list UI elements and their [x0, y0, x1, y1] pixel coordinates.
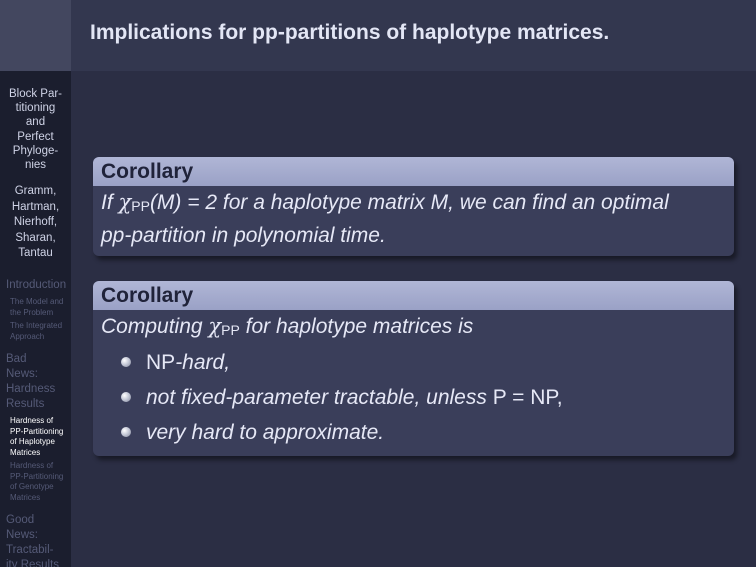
title-line: Block Par-	[8, 88, 63, 100]
section-label: ity Results	[6, 559, 60, 567]
subsection-label: The Model and	[10, 297, 64, 306]
subsection-label: PP-Partitioning	[10, 426, 64, 436]
sidebar: Block Par- titioning and Perfect Phyloge…	[0, 0, 71, 567]
frame-header: Implications for pp-partitions of haplot…	[71, 0, 756, 71]
section-label: Good	[6, 514, 35, 526]
sidebar-subsection-genotype-hardness[interactable]: Hardness of PP-Partitioning of Genotype …	[10, 461, 71, 503]
text-computing: Computing	[101, 315, 209, 338]
subsection-label: Approach	[10, 331, 45, 341]
subsection-label: PP-Partitioning	[10, 471, 64, 481]
sidebar-section-introduction[interactable]: Introduction	[6, 278, 66, 293]
text-rest: for a haplotype matrix M, we can find an…	[217, 191, 669, 214]
chi-symbol: χ	[118, 190, 132, 214]
sidebar-section-bad-news[interactable]: Bad News: Hardness Results	[6, 352, 55, 412]
sidebar-subsection-integrated[interactable]: The Integrated Approach	[10, 321, 71, 342]
subsection-label: of Genotype	[10, 482, 54, 491]
chi-subscript: PP	[131, 198, 150, 214]
title-line: Phyloge-	[12, 144, 59, 157]
corollary-heading: Corollary	[93, 281, 734, 310]
section-label: Introduction	[6, 279, 67, 291]
frame-title: Implications for pp-partitions of haplot…	[90, 21, 610, 44]
text-if: If	[101, 191, 119, 214]
subsection-label: Hardness of	[10, 461, 54, 470]
author-line: Sharan,	[15, 231, 56, 244]
author-line: Gramm,	[14, 185, 57, 197]
subsection-label: Matrices	[10, 492, 41, 502]
section-label: Tractabil-	[6, 544, 54, 556]
corollary-line-1: If χPP(M) = 2 for a haplotype matrix M, …	[101, 188, 726, 221]
sidebar-authors: Gramm, Hartman, Nierhoff, Sharan, Tantau	[0, 184, 71, 262]
item-np: NP	[146, 351, 176, 374]
chi-subscript: PP	[221, 322, 240, 338]
subsection-label: The Integrated	[10, 321, 63, 330]
item-p-np: P = NP,	[492, 386, 563, 409]
title-line: Perfect	[17, 130, 54, 143]
corollary-body: Computing χPP for haplotype matrices is …	[93, 310, 734, 456]
sidebar-logo-area	[0, 0, 71, 71]
corollary-block-2: Corollary Computing χPP for haplotype ma…	[93, 281, 734, 456]
chi-argument: (M) = 2	[149, 191, 218, 214]
subsection-label: Hardness of	[10, 416, 54, 425]
sidebar-presentation-title[interactable]: Block Par- titioning and Perfect Phyloge…	[0, 87, 71, 172]
corollary-heading: Corollary	[93, 157, 734, 186]
subsection-label: Matrices	[10, 447, 41, 457]
corollary-list: NP-hard, not fixed-parameter tractable, …	[101, 345, 726, 450]
item-approx: very hard to approximate.	[146, 421, 385, 444]
section-label: Results	[6, 398, 45, 410]
subsection-label: the Problem	[10, 307, 54, 317]
corollary-intro: Computing χPP for haplotype matrices is	[101, 312, 726, 345]
list-item: NP-hard,	[101, 345, 726, 380]
list-item: not fixed-parameter tractable, unless P …	[101, 380, 726, 415]
title-line: and	[25, 116, 46, 129]
text-post: for haplotype matrices is	[239, 315, 474, 338]
section-label: Hardness	[6, 383, 56, 395]
corollary-block-1: Corollary If χPP(M) = 2 for a haplotype …	[93, 157, 734, 256]
list-item: very hard to approximate.	[101, 415, 726, 450]
sidebar-subsection-model[interactable]: The Model and the Problem	[10, 297, 71, 318]
section-label: News:	[6, 368, 38, 380]
corollary-line-2: pp-partition in polynomial time.	[101, 224, 386, 247]
item-hard: -hard,	[175, 351, 231, 374]
item-fpt: not fixed-parameter tractable, unless	[146, 386, 493, 409]
bullet-ball-icon	[121, 427, 131, 437]
chi-symbol: χ	[208, 314, 222, 338]
section-label: Bad	[6, 353, 27, 365]
subsection-label: of Haplotype	[10, 437, 55, 446]
author-line: Nierhoff,	[13, 216, 58, 229]
bullet-ball-icon	[121, 357, 131, 367]
sidebar-subsection-haplotype-hardness[interactable]: Hardness of PP-Partitioning of Haplotype…	[10, 416, 71, 458]
title-line: titioning	[15, 102, 56, 115]
author-line: Tantau	[18, 247, 53, 260]
sidebar-section-good-news[interactable]: Good News: Tractabil- ity Results	[6, 513, 59, 567]
bullet-ball-icon	[121, 392, 131, 402]
title-line: nies	[24, 159, 47, 172]
author-line: Hartman,	[11, 200, 60, 213]
section-label: News:	[6, 529, 38, 541]
corollary-body: If χPP(M) = 2 for a haplotype matrix M, …	[93, 186, 734, 256]
